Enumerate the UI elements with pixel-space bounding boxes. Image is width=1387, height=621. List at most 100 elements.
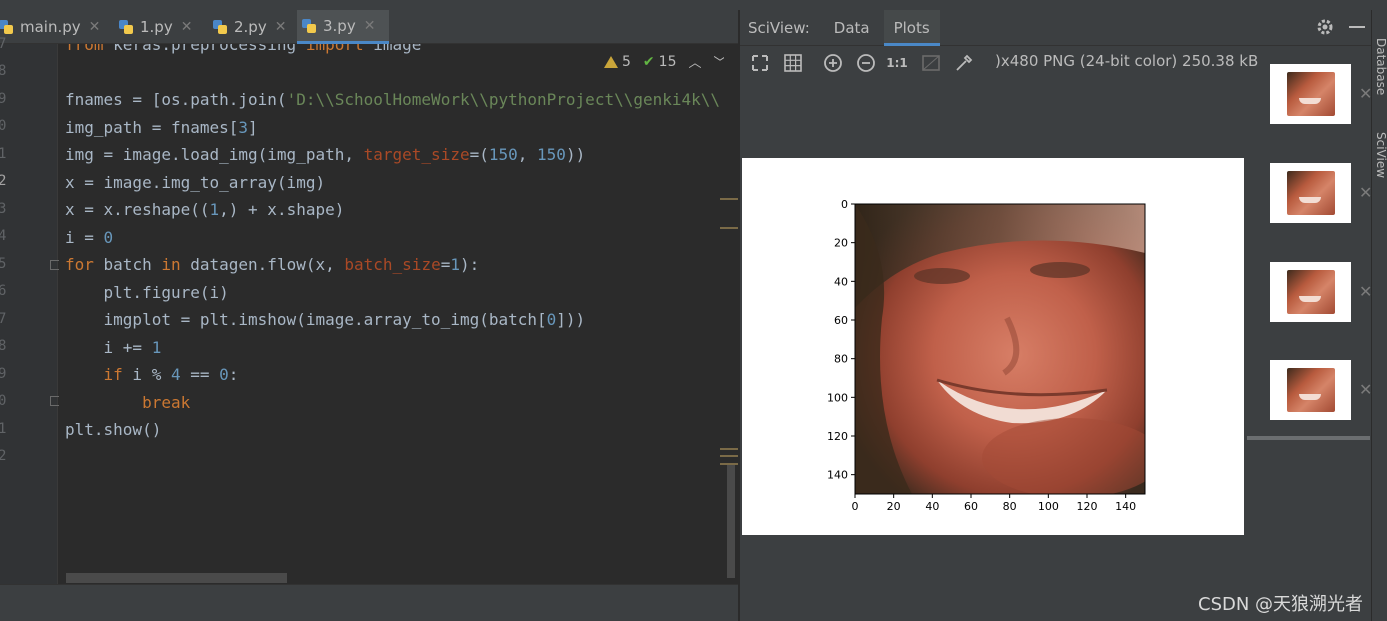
thumbnail-image [1287, 368, 1335, 412]
plot-thumbnails: ✕ ✕ ✕ ✕ [1247, 48, 1372, 443]
face-image [855, 204, 1145, 494]
fit-icon[interactable] [749, 52, 771, 74]
python-file-icon [0, 19, 14, 35]
editor-vertical-scrollbar[interactable] [724, 44, 738, 584]
tab-1-py[interactable]: 1.py ✕ [114, 10, 204, 44]
code-editor[interactable]: from keras.preprocessing import image fna… [59, 44, 738, 584]
python-file-icon [212, 19, 228, 35]
right-tool-strip: Database SciView [1371, 10, 1387, 621]
zoom-in-icon[interactable] [822, 52, 844, 74]
x-tick-label: 40 [925, 500, 939, 513]
plot-thumbnail[interactable] [1270, 262, 1351, 322]
scrollbar-thumb[interactable] [727, 464, 735, 578]
x-tick-label: 80 [1003, 500, 1017, 513]
sciview-title: SciView: [748, 18, 810, 37]
code-line[interactable]: i = 0 [65, 228, 113, 248]
line-number-gutter: 7 8 9 0 1 2 3 4 5 6 7 8 9 0 1 2 [0, 36, 60, 584]
line-number: 8 [0, 63, 7, 79]
code-line[interactable]: break [65, 393, 190, 413]
line-number: 5 [0, 256, 7, 272]
code-line[interactable]: imgplot = plt.imshow(image.array_to_img(… [65, 310, 586, 330]
code-line[interactable]: plt.figure(i) [65, 283, 229, 303]
x-tick-label: 0 [852, 500, 859, 513]
plot-thumbnail-selected[interactable] [1270, 360, 1351, 420]
x-tick-label: 120 [1077, 500, 1098, 513]
line-number: 9 [0, 91, 7, 107]
actual-size-icon[interactable]: 1:1 [886, 52, 908, 74]
inspection-widget[interactable]: 5 ✔ 15 ︿ ﹀ [604, 52, 727, 71]
tab-label: 2.py [234, 18, 267, 36]
line-number: 1 [0, 421, 7, 437]
close-icon[interactable]: ✕ [89, 19, 101, 35]
database-tool-tab[interactable]: Database [1374, 38, 1387, 95]
code-line[interactable]: from keras.preprocessing import image [65, 44, 421, 55]
line-number: 3 [0, 201, 7, 217]
line-number: 9 [0, 366, 7, 382]
y-tick-label: 40 [834, 275, 848, 288]
warning-count: 5 [622, 53, 631, 70]
sciview-tool-tab[interactable]: SciView [1374, 132, 1387, 178]
x-tick-label: 20 [887, 500, 901, 513]
code-line[interactable]: for batch in datagen.flow(x, batch_size=… [65, 255, 479, 275]
thumbnails-scrollbar[interactable] [1247, 436, 1370, 440]
plot-thumbnail[interactable] [1270, 64, 1351, 124]
editor-horizontal-scrollbar[interactable] [66, 573, 287, 583]
code-line[interactable]: fnames = [os.path.join('D:\\SchoolHomeWo… [65, 90, 720, 110]
close-icon[interactable]: ✕ [181, 19, 193, 35]
y-tick-label: 60 [834, 314, 848, 327]
plot-thumbnail[interactable] [1270, 163, 1351, 223]
code-line[interactable]: img = image.load_img(img_path, target_si… [65, 145, 585, 165]
previous-highlight-icon[interactable]: ︿ [688, 52, 701, 71]
frame-icon[interactable] [920, 52, 942, 74]
code-line[interactable]: i += 1 [65, 338, 162, 358]
scroll-marker [720, 448, 738, 450]
y-tick-label: 100 [827, 391, 848, 404]
line-number: 8 [0, 338, 7, 354]
line-number: 7 [0, 311, 7, 327]
line-number-current: 2 [0, 173, 7, 189]
zoom-out-icon[interactable] [855, 52, 877, 74]
x-tick-label: 100 [1038, 500, 1059, 513]
tab-3-py[interactable]: 3.py ✕ [297, 10, 389, 44]
code-line[interactable]: img_path = fnames[3] [65, 118, 258, 138]
y-tick-label: 20 [834, 237, 848, 250]
code-line[interactable]: if i % 4 == 0: [65, 365, 239, 385]
y-tick-label: 120 [827, 430, 848, 443]
scroll-marker [720, 198, 738, 200]
scroll-marker [720, 455, 738, 457]
thumbnail-image [1287, 270, 1335, 314]
tab-data[interactable]: Data [834, 10, 870, 46]
close-icon[interactable]: ✕ [275, 19, 287, 35]
line-number: 1 [0, 146, 7, 162]
code-line[interactable]: x = x.reshape((1,) + x.shape) [65, 200, 344, 220]
tab-label: 1.py [140, 18, 173, 36]
line-number: 2 [0, 448, 7, 464]
thumbnail-image [1287, 72, 1335, 116]
code-line[interactable]: plt.show() [65, 420, 161, 440]
watermark: CSDN @天狼溯光者 [1198, 594, 1364, 615]
x-axis-ticks: 0 20 40 60 80 100 120 140 [852, 494, 1136, 513]
line-number: 0 [0, 118, 7, 134]
scroll-marker [720, 227, 738, 229]
tab-2-py[interactable]: 2.py ✕ [208, 10, 298, 44]
line-number: 0 [0, 393, 7, 409]
warning-icon [604, 55, 618, 68]
hide-panel-icon[interactable] [1349, 26, 1365, 28]
grid-icon[interactable] [782, 52, 804, 74]
image-info: )x480 PNG (24-bit color) 250.38 kB [995, 52, 1259, 70]
weak-warning-check-icon: ✔ [642, 53, 655, 70]
line-number: 7 [0, 36, 7, 52]
editor-tab-bar: main.py ✕ 1.py ✕ 2.py ✕ 3.py ✕ [0, 10, 738, 44]
gear-icon[interactable] [1315, 17, 1335, 37]
x-tick-label: 60 [964, 500, 978, 513]
plot-canvas[interactable]: 0 20 40 60 80 100 120 140 0 20 40 60 80 100 120 140 [742, 158, 1244, 535]
tab-plots[interactable]: Plots [883, 9, 940, 46]
close-icon[interactable]: ✕ [364, 18, 376, 34]
line-number: 4 [0, 228, 7, 244]
python-file-icon [118, 19, 134, 35]
x-tick-label: 140 [1115, 500, 1136, 513]
tab-main-py[interactable]: main.py ✕ [0, 10, 102, 44]
color-picker-icon[interactable] [953, 52, 975, 74]
code-line[interactable]: x = image.img_to_array(img) [65, 173, 325, 193]
y-tick-label: 140 [827, 469, 848, 482]
